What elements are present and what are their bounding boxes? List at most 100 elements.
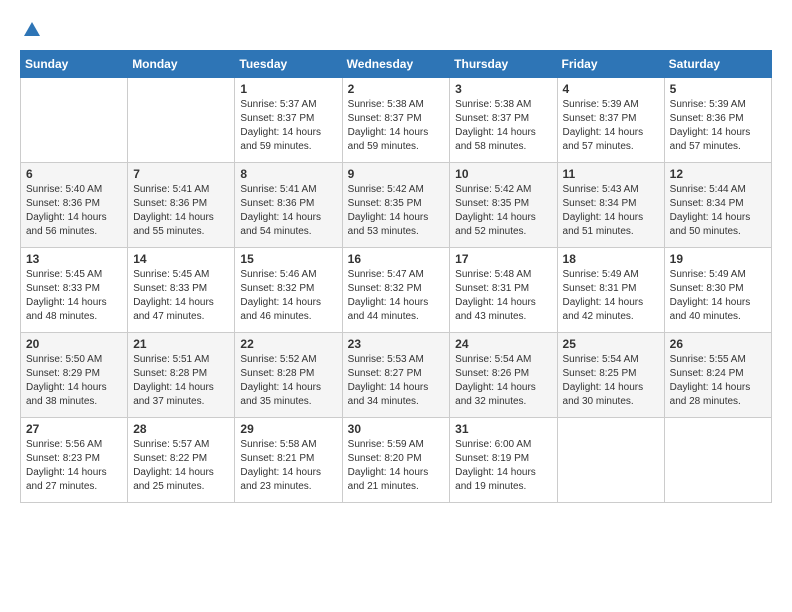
calendar-cell: 6 Sunrise: 5:40 AM Sunset: 8:36 PM Daylig… <box>21 163 128 248</box>
day-info: Sunrise: 5:47 AM Sunset: 8:32 PM Dayligh… <box>348 268 445 324</box>
calendar-cell: 24 Sunrise: 5:54 AM Sunset: 8:26 PM Dayli… <box>450 333 557 418</box>
calendar-cell: 17 Sunrise: 5:48 AM Sunset: 8:31 PM Dayli… <box>450 248 557 333</box>
calendar-cell: 27 Sunrise: 5:56 AM Sunset: 8:23 PM Dayli… <box>21 418 128 503</box>
day-number: 14 <box>133 252 229 266</box>
calendar-cell <box>557 418 664 503</box>
day-number: 26 <box>670 337 766 351</box>
day-number: 31 <box>455 422 551 436</box>
page-header <box>20 20 772 40</box>
day-number: 10 <box>455 167 551 181</box>
calendar-cell: 19Sunrise: 5:49 AM Sunset: 8:30 PM Dayli… <box>664 248 771 333</box>
calendar-cell: 30 Sunrise: 5:59 AM Sunset: 8:20 PM Dayli… <box>342 418 450 503</box>
calendar-cell <box>21 78 128 163</box>
day-number: 4 <box>563 82 659 96</box>
calendar-cell: 26Sunrise: 5:55 AM Sunset: 8:24 PM Dayli… <box>664 333 771 418</box>
calendar-cell: 11 Sunrise: 5:43 AM Sunset: 8:34 PM Dayli… <box>557 163 664 248</box>
day-number: 5 <box>670 82 766 96</box>
day-number: 6 <box>26 167 122 181</box>
day-number: 3 <box>455 82 551 96</box>
day-number: 27 <box>26 422 122 436</box>
calendar-cell <box>664 418 771 503</box>
calendar-cell: 22 Sunrise: 5:52 AM Sunset: 8:28 PM Dayli… <box>235 333 342 418</box>
calendar-week-row: 6 Sunrise: 5:40 AM Sunset: 8:36 PM Daylig… <box>21 163 772 248</box>
day-number: 11 <box>563 167 659 181</box>
calendar-cell: 20Sunrise: 5:50 AM Sunset: 8:29 PM Dayli… <box>21 333 128 418</box>
calendar-cell: 8 Sunrise: 5:41 AM Sunset: 8:36 PM Daylig… <box>235 163 342 248</box>
calendar-cell: 5 Sunrise: 5:39 AM Sunset: 8:36 PM Daylig… <box>664 78 771 163</box>
day-info: Sunrise: 5:40 AM Sunset: 8:36 PM Dayligh… <box>26 183 122 239</box>
day-info: Sunrise: 5:54 AM Sunset: 8:25 PM Dayligh… <box>563 353 659 409</box>
day-info: Sunrise: 5:42 AM Sunset: 8:35 PM Dayligh… <box>348 183 445 239</box>
calendar-cell: 25Sunrise: 5:54 AM Sunset: 8:25 PM Dayli… <box>557 333 664 418</box>
calendar-header-friday: Friday <box>557 51 664 78</box>
calendar-cell: 4Sunrise: 5:39 AM Sunset: 8:37 PM Daylig… <box>557 78 664 163</box>
day-number: 12 <box>670 167 766 181</box>
day-info: Sunrise: 5:49 AM Sunset: 8:31 PM Dayligh… <box>563 268 659 324</box>
day-info: Sunrise: 5:52 AM Sunset: 8:28 PM Dayligh… <box>240 353 336 409</box>
day-info: Sunrise: 5:39 AM Sunset: 8:36 PM Dayligh… <box>670 98 766 154</box>
day-number: 8 <box>240 167 336 181</box>
day-info: Sunrise: 5:59 AM Sunset: 8:20 PM Dayligh… <box>348 438 445 494</box>
day-info: Sunrise: 5:38 AM Sunset: 8:37 PM Dayligh… <box>348 98 445 154</box>
day-info: Sunrise: 5:37 AM Sunset: 8:37 PM Dayligh… <box>240 98 336 154</box>
day-number: 30 <box>348 422 445 436</box>
calendar-cell: 21Sunrise: 5:51 AM Sunset: 8:28 PM Dayli… <box>128 333 235 418</box>
day-info: Sunrise: 5:57 AM Sunset: 8:22 PM Dayligh… <box>133 438 229 494</box>
calendar-cell: 28 Sunrise: 5:57 AM Sunset: 8:22 PM Dayli… <box>128 418 235 503</box>
calendar-table: SundayMondayTuesdayWednesdayThursdayFrid… <box>20 50 772 503</box>
calendar-cell: 15Sunrise: 5:46 AM Sunset: 8:32 PM Dayli… <box>235 248 342 333</box>
day-number: 15 <box>240 252 336 266</box>
calendar-header-saturday: Saturday <box>664 51 771 78</box>
day-number: 24 <box>455 337 551 351</box>
calendar-cell: 13Sunrise: 5:45 AM Sunset: 8:33 PM Dayli… <box>21 248 128 333</box>
calendar-cell <box>128 78 235 163</box>
day-number: 19 <box>670 252 766 266</box>
day-info: Sunrise: 6:00 AM Sunset: 8:19 PM Dayligh… <box>455 438 551 494</box>
day-info: Sunrise: 5:56 AM Sunset: 8:23 PM Dayligh… <box>26 438 122 494</box>
calendar-week-row: 13 Sunrise: 5:45 AM Sunset: 8:33 PM Dayli… <box>21 248 772 333</box>
day-info: Sunrise: 5:53 AM Sunset: 8:27 PM Dayligh… <box>348 353 445 409</box>
day-number: 28 <box>133 422 229 436</box>
day-number: 16 <box>348 252 445 266</box>
day-info: Sunrise: 5:54 AM Sunset: 8:26 PM Dayligh… <box>455 353 551 409</box>
day-info: Sunrise: 5:43 AM Sunset: 8:34 PM Dayligh… <box>563 183 659 239</box>
day-number: 21 <box>133 337 229 351</box>
calendar-cell: 10 Sunrise: 5:42 AM Sunset: 8:35 PM Dayli… <box>450 163 557 248</box>
day-info: Sunrise: 5:48 AM Sunset: 8:31 PM Dayligh… <box>455 268 551 324</box>
day-number: 23 <box>348 337 445 351</box>
day-info: Sunrise: 5:45 AM Sunset: 8:33 PM Dayligh… <box>133 268 229 324</box>
calendar-header-tuesday: Tuesday <box>235 51 342 78</box>
logo-icon <box>22 20 42 40</box>
day-number: 20 <box>26 337 122 351</box>
day-info: Sunrise: 5:41 AM Sunset: 8:36 PM Dayligh… <box>240 183 336 239</box>
day-number: 22 <box>240 337 336 351</box>
calendar-cell: 1 Sunrise: 5:37 AM Sunset: 8:37 PM Daylig… <box>235 78 342 163</box>
day-number: 13 <box>26 252 122 266</box>
calendar-header-monday: Monday <box>128 51 235 78</box>
day-number: 29 <box>240 422 336 436</box>
calendar-cell: 12 Sunrise: 5:44 AM Sunset: 8:34 PM Dayli… <box>664 163 771 248</box>
day-number: 1 <box>240 82 336 96</box>
calendar-cell: 23 Sunrise: 5:53 AM Sunset: 8:27 PM Dayli… <box>342 333 450 418</box>
calendar-header-thursday: Thursday <box>450 51 557 78</box>
calendar-cell: 9Sunrise: 5:42 AM Sunset: 8:35 PM Daylig… <box>342 163 450 248</box>
calendar-week-row: 1 Sunrise: 5:37 AM Sunset: 8:37 PM Daylig… <box>21 78 772 163</box>
calendar-header-sunday: Sunday <box>21 51 128 78</box>
calendar-header-row: SundayMondayTuesdayWednesdayThursdayFrid… <box>21 51 772 78</box>
day-number: 17 <box>455 252 551 266</box>
calendar-cell: 18 Sunrise: 5:49 AM Sunset: 8:31 PM Dayli… <box>557 248 664 333</box>
calendar-week-row: 20Sunrise: 5:50 AM Sunset: 8:29 PM Dayli… <box>21 333 772 418</box>
day-info: Sunrise: 5:58 AM Sunset: 8:21 PM Dayligh… <box>240 438 336 494</box>
day-info: Sunrise: 5:44 AM Sunset: 8:34 PM Dayligh… <box>670 183 766 239</box>
calendar-week-row: 27 Sunrise: 5:56 AM Sunset: 8:23 PM Dayli… <box>21 418 772 503</box>
calendar-cell: 7Sunrise: 5:41 AM Sunset: 8:36 PM Daylig… <box>128 163 235 248</box>
calendar-cell: 3 Sunrise: 5:38 AM Sunset: 8:37 PM Daylig… <box>450 78 557 163</box>
logo <box>20 20 42 40</box>
day-info: Sunrise: 5:42 AM Sunset: 8:35 PM Dayligh… <box>455 183 551 239</box>
calendar-cell: 16 Sunrise: 5:47 AM Sunset: 8:32 PM Dayli… <box>342 248 450 333</box>
day-number: 18 <box>563 252 659 266</box>
calendar-cell: 29 Sunrise: 5:58 AM Sunset: 8:21 PM Dayli… <box>235 418 342 503</box>
day-info: Sunrise: 5:41 AM Sunset: 8:36 PM Dayligh… <box>133 183 229 239</box>
day-info: Sunrise: 5:38 AM Sunset: 8:37 PM Dayligh… <box>455 98 551 154</box>
calendar-cell: 31 Sunrise: 6:00 AM Sunset: 8:19 PM Dayli… <box>450 418 557 503</box>
